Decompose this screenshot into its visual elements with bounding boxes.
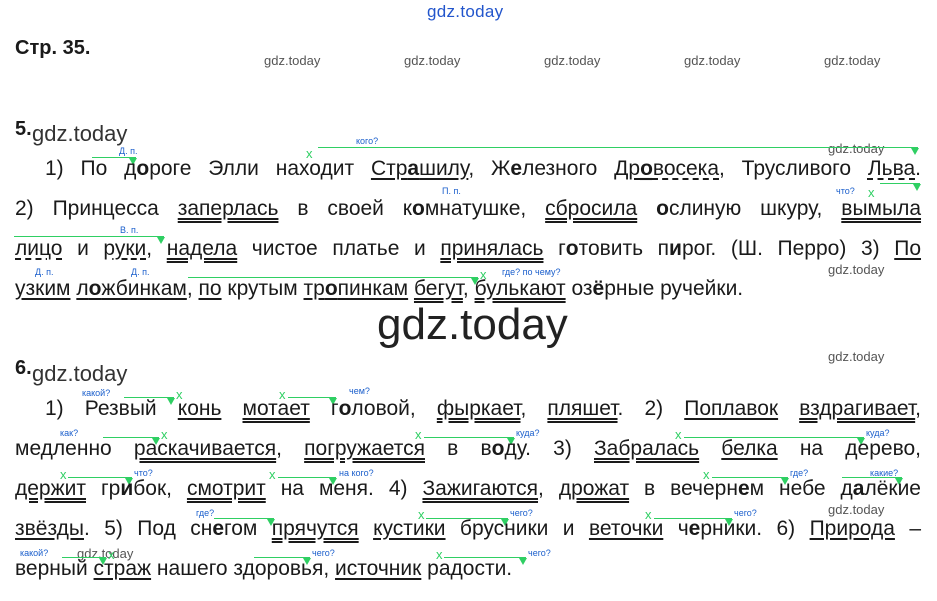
exercise-6-sentence-line: медленно раскачивается, погружается в во… [15,437,922,460]
exercise-6-number: 6. [15,357,32,379]
dependency-arrow [318,147,919,155]
watermark: gdz.today [544,53,601,68]
watermark: gdz.today [824,53,881,68]
exercise-6-sentence-line: 1) Резвый конь мотает головой, фыркает, … [45,397,921,420]
watermark: gdz.today [828,262,885,277]
watermark-large: gdz.today [377,300,568,349]
question-label: В. п. [120,225,139,235]
watermark: gdz.today [404,53,461,68]
question-label: чем? [349,386,370,396]
exercise-5-sentence-line: 2) Принцесса заперлась в своей комнатушк… [15,197,922,220]
watermark: gdz.today [684,53,741,68]
exercise-6-sentence-line: верный страж нашего здоровья, источник р… [15,557,513,580]
watermark: gdz.today [828,141,885,156]
question-label: что? [836,186,855,196]
question-label: кого? [356,136,379,146]
question-label: Д. п. [119,146,138,156]
watermark: gdz.today [828,502,885,517]
watermark: gdz.today [264,53,321,68]
watermark: gdz.today [828,349,885,364]
exercise-5-sentence-line: 1) По дороге Элли находит Страшилу, Желе… [45,157,922,180]
question-label: П. п. [442,186,461,196]
watermark-top: gdz.today [427,2,504,21]
exercise-6-sentence-line: держит грибок, смотрит на меня. 4) Зажиг… [15,477,921,500]
watermark: gdz.today [32,361,128,386]
question-label: чего? [528,548,551,558]
exercise-5-sentence-line: лицо и руки, надела чистое платье и прин… [15,237,922,260]
page-reference: Стр. 35. [15,37,91,59]
watermark: gdz.today [32,121,128,146]
dependency-arrow [880,183,921,191]
exercise-5-number: 5. [15,118,32,140]
exercise-6-sentence-line: звёзды. 5) Под снегом прячутся кустики б… [15,517,921,540]
exercise-5-sentence-line: узким ложбинкам, по крутым тропинкам бег… [15,277,744,300]
